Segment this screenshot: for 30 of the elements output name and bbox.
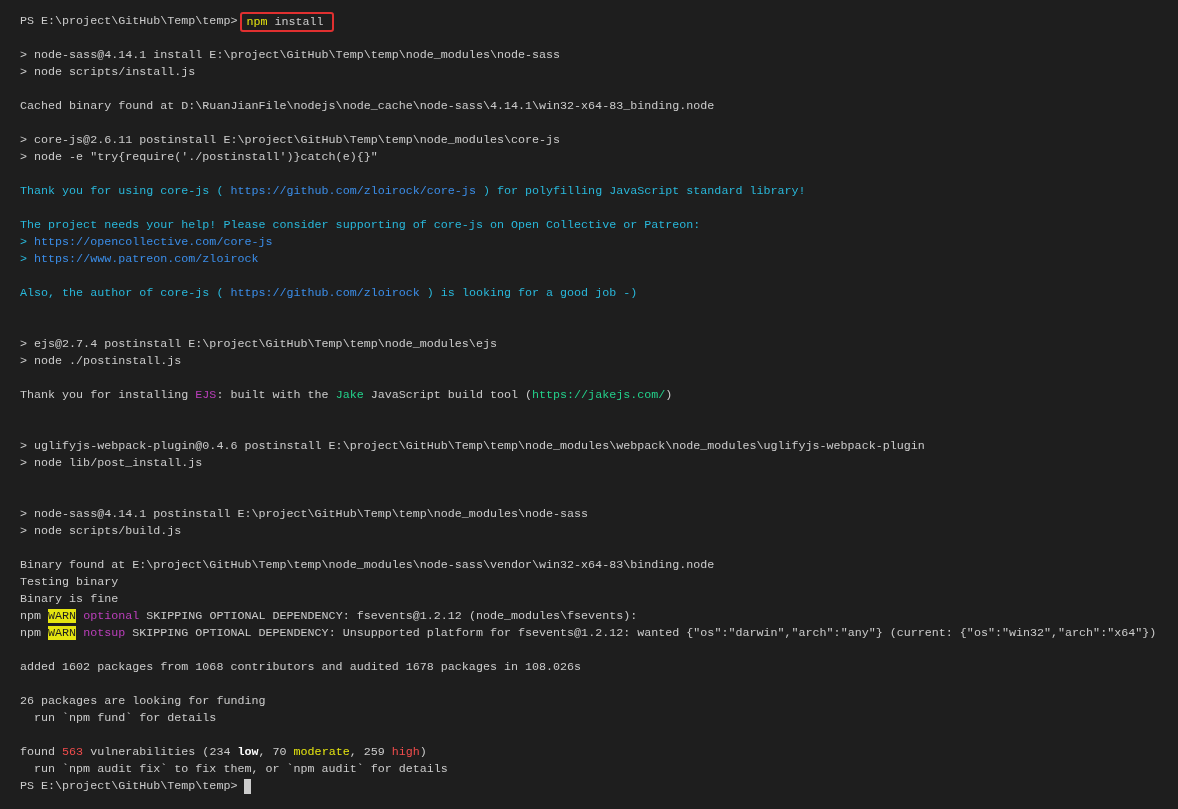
terminal-line: > core-js@2.6.11 postinstall E:\project\GitHub\Temp\temp\node_modules\core-js <box>20 132 562 149</box>
terminal-line: > node scripts/build.js <box>20 523 183 540</box>
terminal-line: > node lib/post_install.js <box>20 455 204 472</box>
terminal-line: found 563 vulnerabilities (234 low, 70 moderate, 259 high) <box>20 744 428 761</box>
terminal-line: Also, the author of core-js ( https://github.com/zloirock ) is looking for a good job -) <box>20 285 639 302</box>
terminal-line: run `npm fund` for details <box>33 710 218 727</box>
prompt-text: PS E:\project\GitHub\Temp\temp> <box>20 13 238 30</box>
terminal-line: > ejs@2.7.4 postinstall E:\project\GitHub\Temp\temp\node_modules\ejs <box>20 336 498 353</box>
terminal-line: > https://opencollective.com/core-js <box>20 234 274 251</box>
terminal-line: The project needs your help! Please consider supporting of core-js on Open Collective or Patreon: <box>20 217 702 234</box>
terminal-line: > node-sass@4.14.1 postinstall E:\project\GitHub\Temp\temp\node_modules\node-sass <box>20 506 590 523</box>
terminal-line: Testing binary <box>20 574 120 591</box>
terminal-line: added 1602 packages from 1068 contributors and audited 1678 packages in 108.026s <box>20 659 583 676</box>
terminal-line: > https://www.patreon.com/zloirock <box>20 251 260 268</box>
terminal-line: > uglifyjs-webpack-plugin@0.4.6 postinstall E:\project\GitHub\Temp\temp\node_modules\webpack\node_modules\uglifyjs-webpack-plugin <box>20 438 926 455</box>
terminal-line: npm WARN optional SKIPPING OPTIONAL DEPENDENCY: fsevents@1.2.12 (node_modules\fsevents): <box>20 608 639 625</box>
terminal-line: npm WARN notsup SKIPPING OPTIONAL DEPENDENCY: Unsupported platform for fsevents@1.2.12: wanted {"os":"darwin","arch":"any"} (current: {"os":"win32","arch":"x64"}) <box>20 625 1158 642</box>
terminal-line: Thank you for installing EJS: built with the Jake JavaScript build tool (https://jakejs.com/) <box>20 387 674 404</box>
terminal-line: Binary is fine <box>20 591 120 608</box>
terminal-line: > node scripts/install.js <box>20 64 197 81</box>
terminal-line: 26 packages are looking for funding <box>20 693 267 710</box>
terminal-line: > node-sass@4.14.1 install E:\project\GitHub\Temp\temp\node_modules\node-sass <box>20 47 562 64</box>
terminal-line: Binary found at E:\project\GitHub\Temp\temp\node_modules\node-sass\vendor\win32-x64-83\binding.node <box>20 557 716 574</box>
terminal-line: Thank you for using core-js ( https://github.com/zloirock/core-js ) for polyfilling JavaScript standard library! <box>20 183 807 200</box>
terminal-line: run `npm audit fix` to fix them, or `npm audit` for details <box>33 761 449 778</box>
command-text: npm install <box>240 11 334 32</box>
terminal-line: > node ./postinstall.js <box>20 353 183 370</box>
terminal-line: Cached binary found at D:\RuanJianFile\nodejs\node_cache\node-sass\4.14.1\win32-x64-83_binding.node <box>20 98 716 115</box>
prompt-text: PS E:\project\GitHub\Temp\temp> <box>20 778 238 795</box>
terminal-line: > node -e "try{require('./postinstall')}catch(e){}" <box>20 149 379 166</box>
